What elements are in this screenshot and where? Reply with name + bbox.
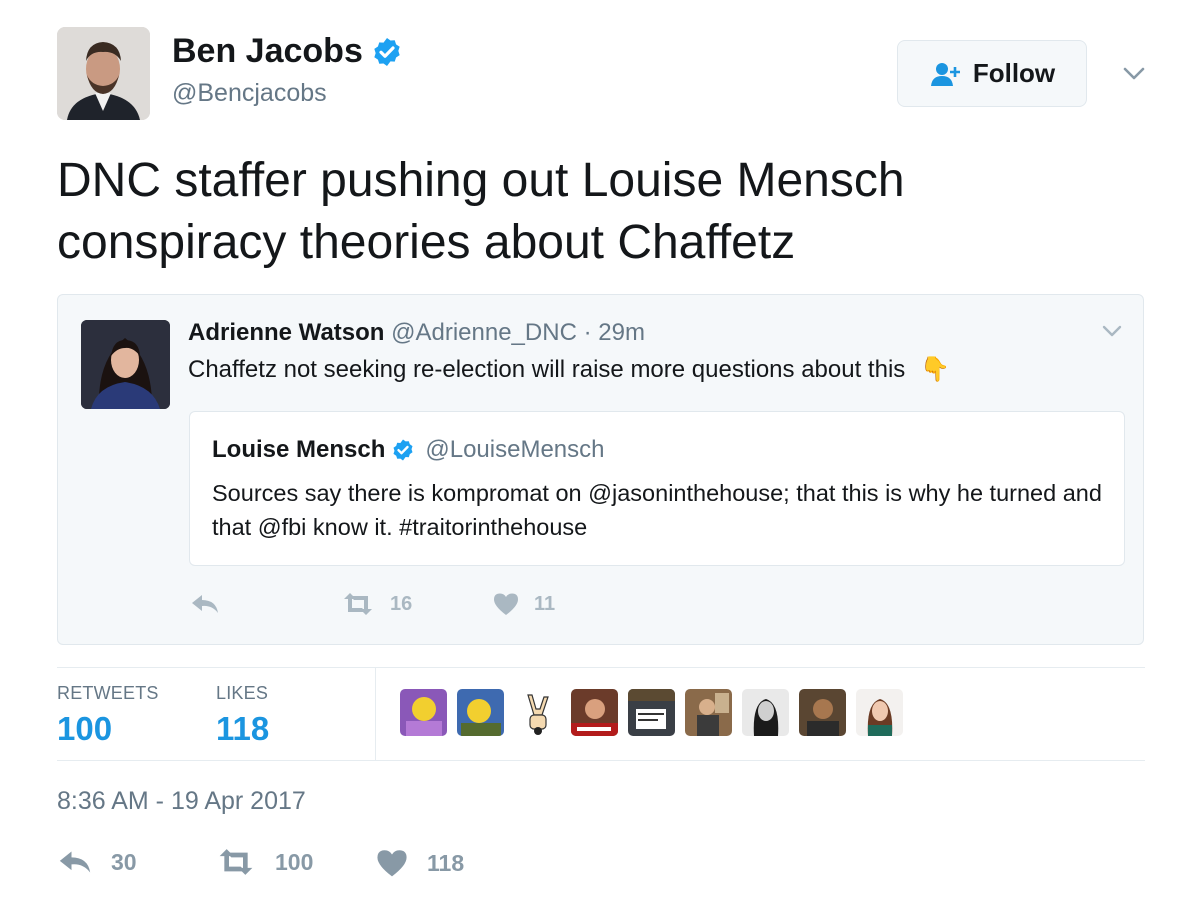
liker-avatar[interactable] [685, 689, 732, 736]
liker-avatar[interactable] [400, 689, 447, 736]
retweet-icon [219, 849, 253, 875]
liker-avatar[interactable] [514, 689, 561, 736]
chevron-down-icon[interactable] [1100, 319, 1124, 343]
follow-button[interactable]: Follow [897, 40, 1087, 107]
retweet-button[interactable]: 100 [215, 848, 313, 876]
reply-count: 30 [111, 848, 137, 875]
chevron-down-icon[interactable] [1121, 60, 1147, 86]
inner-author-name[interactable]: Louise Mensch [212, 436, 385, 464]
liker-avatar[interactable] [742, 689, 789, 736]
quoted-tweet-text: Chaffetz not seeking re-election will ra… [188, 356, 906, 383]
stats-bottom-divider [57, 760, 1145, 761]
inner-quote-text: Sources say there is kompromat on @jason… [212, 480, 1102, 540]
retweets-value: 100 [57, 710, 113, 747]
tweet-timestamp[interactable]: 8:36 AM - 19 Apr 2017 [57, 787, 306, 816]
quoted-tweet-text-row: Chaffetz not seeking re-election will ra… [188, 355, 950, 384]
quoted-author-handle[interactable]: @Adrienne_DNC [391, 319, 577, 346]
follow-button-label: Follow [972, 58, 1056, 88]
retweet-count: 100 [275, 848, 314, 875]
tweet-text: DNC staffer pushing out Louise Mensch co… [57, 154, 905, 269]
verified-badge-icon [393, 439, 413, 461]
like-button[interactable]: 118 [375, 848, 464, 878]
reply-button[interactable] [190, 592, 220, 616]
liker-avatar[interactable] [457, 689, 504, 736]
author-name[interactable]: Ben Jacobs [172, 32, 363, 71]
likes-stat[interactable]: LIKES 118 [216, 683, 269, 748]
author-name-row: Ben Jacobs [172, 32, 403, 71]
quoted-tweet-header: Adrienne Watson @Adrienne_DNC · 29m [188, 319, 645, 347]
liker-avatar[interactable] [799, 689, 846, 736]
reply-button[interactable]: 30 [57, 848, 137, 876]
retweet-button[interactable]: 16 [340, 592, 412, 616]
retweets-label: RETWEETS [57, 683, 159, 703]
pointing-down-emoji: 👇 [919, 356, 950, 383]
liker-avatar[interactable] [856, 689, 903, 736]
liker-avatar[interactable] [571, 689, 618, 736]
heart-icon [377, 850, 407, 877]
author-avatar[interactable] [57, 27, 150, 120]
quoted-author-avatar[interactable] [81, 320, 170, 409]
likes-label: LIKES [216, 683, 269, 703]
reply-icon [59, 851, 91, 873]
likes-value: 118 [216, 710, 270, 747]
quoted-tweet[interactable]: Adrienne Watson @Adrienne_DNC · 29m Chaf… [57, 294, 1144, 645]
like-count: 11 [534, 592, 556, 615]
stats-vertical-divider [375, 668, 376, 760]
heart-icon [494, 593, 518, 615]
add-user-icon [930, 62, 960, 86]
inner-quoted-tweet[interactable]: Louise Mensch @LouiseMensch Sources say … [189, 411, 1125, 566]
author-handle[interactable]: @Bencjacobs [172, 79, 327, 108]
inner-quote-header: Louise Mensch @LouiseMensch [212, 436, 605, 464]
like-button[interactable]: 11 [492, 592, 555, 616]
meta-separator: · [583, 319, 592, 346]
stats-top-divider [57, 667, 1145, 668]
verified-badge-icon [374, 37, 400, 66]
retweet-icon [344, 593, 372, 615]
reply-icon [192, 595, 218, 613]
quoted-author-name[interactable]: Adrienne Watson [188, 319, 384, 346]
quoted-tweet-time[interactable]: 29m [598, 319, 645, 346]
like-count: 118 [427, 849, 465, 876]
liker-avatar[interactable] [628, 689, 675, 736]
liker-avatars [400, 689, 903, 736]
retweet-count: 16 [390, 592, 413, 615]
inner-author-handle[interactable]: @LouiseMensch [425, 436, 604, 464]
retweets-stat[interactable]: RETWEETS 100 [57, 683, 159, 748]
